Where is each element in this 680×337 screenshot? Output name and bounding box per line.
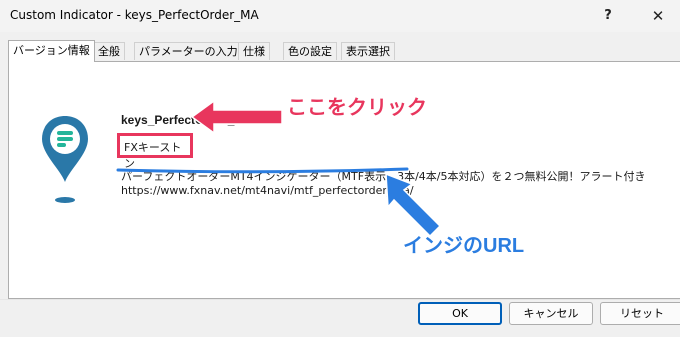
cancel-button[interactable]: キャンセル <box>509 302 593 325</box>
tab-version-info[interactable]: バージョン情報 <box>8 40 95 62</box>
indicator-description: パーフェクトオーダーMT4インジケーター（MTF表示、3本/4本/5本対応）を２… <box>121 170 646 183</box>
dialog-client-area: バージョン情報 全般 パラメーターの入力 仕様 色の設定 表示選択 keys_P… <box>0 32 680 337</box>
tab-parameters[interactable]: パラメーターの入力 <box>134 42 243 60</box>
tab-specification[interactable]: 仕様 <box>238 42 270 60</box>
author-link[interactable]: FXキーストン <box>124 139 190 171</box>
tab-colors[interactable]: 色の設定 <box>283 42 337 60</box>
button-area-divider <box>0 299 680 300</box>
tab-general[interactable]: 全般 <box>93 42 125 60</box>
window-title: Custom Indicator - keys_PerfectOrder_MA <box>10 8 259 22</box>
reset-button[interactable]: リセット <box>600 302 680 325</box>
annotation-indicator-url: インジのURL <box>403 235 525 257</box>
author-link-highlight[interactable]: FXキーストン <box>117 133 193 170</box>
help-button[interactable]: ? <box>590 0 626 32</box>
indicator-name: keys_PerfectOrder_MA 2.4 <box>121 113 273 127</box>
annotation-click-here: ここをクリック <box>287 97 427 119</box>
indicator-url[interactable]: https://www.fxnav.net/mt4navi/mtf_perfec… <box>121 184 414 197</box>
ok-button[interactable]: OK <box>418 302 502 325</box>
map-pin-logo-icon <box>42 116 88 203</box>
title-bar: Custom Indicator - keys_PerfectOrder_MA … <box>0 0 680 32</box>
tab-display-select[interactable]: 表示選択 <box>341 42 395 60</box>
close-button[interactable]: ✕ <box>640 0 676 32</box>
